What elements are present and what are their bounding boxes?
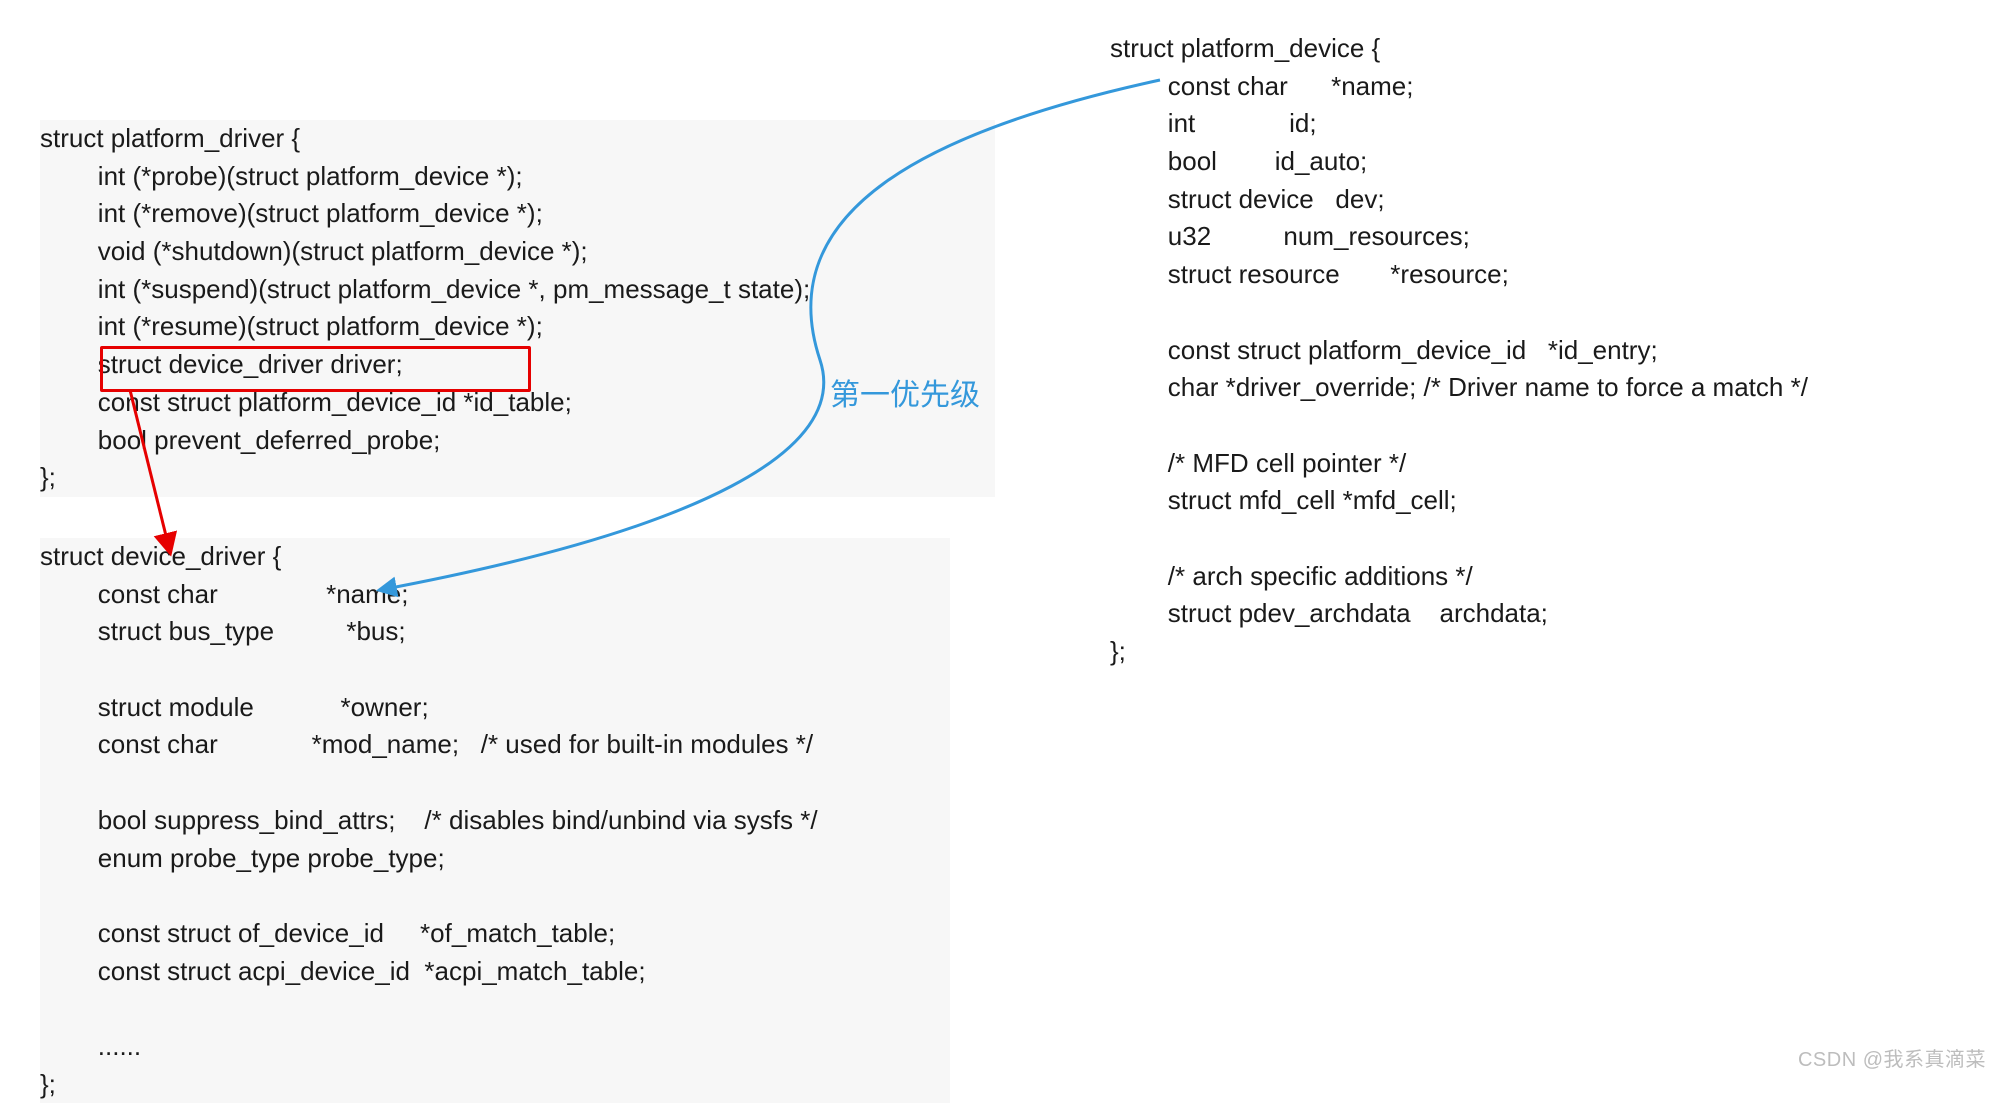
struct-device-driver: struct device_driver { const char *name;… <box>40 538 950 1103</box>
highlight-device-driver-member <box>100 346 531 392</box>
priority-annotation: 第一优先级 <box>830 370 980 414</box>
struct-platform-driver: struct platform_driver { int (*probe)(st… <box>40 120 995 497</box>
watermark: CSDN @我系真滴菜 <box>1798 1043 1986 1072</box>
struct-platform-device: struct platform_device { const char *nam… <box>1110 30 1808 671</box>
